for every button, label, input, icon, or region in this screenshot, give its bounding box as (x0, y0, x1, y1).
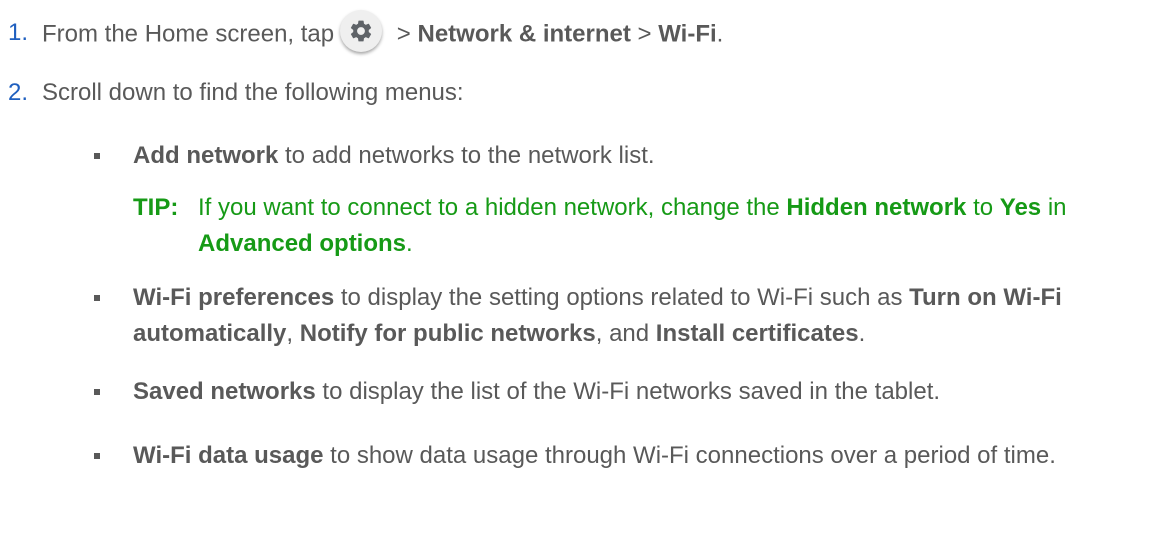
tip-text: If you want to connect to a hidden netwo… (198, 190, 1158, 262)
item-text: . (858, 320, 866, 347)
item-text: , and (595, 320, 656, 347)
list-item-saved-networks: Saved networks to display the list of th… (133, 374, 1163, 410)
bullet-icon (94, 389, 100, 395)
step-prefix: From the Home screen, tap (42, 20, 335, 48)
list-item-wifi-preferences: Wi-Fi preferences to display the setting… (133, 280, 1163, 352)
step-text: Scroll down to find the following menus: (42, 79, 464, 106)
item-text: to add networks to the network list. (278, 142, 655, 169)
step-number: 1. (8, 19, 29, 46)
network-internet-label: Network & internet (417, 20, 631, 48)
install-certificates-label: Install certificates (655, 320, 859, 347)
hidden-network-label: Hidden network (786, 194, 967, 221)
step-text: From the Home screen, tap > Network & in… (42, 10, 724, 52)
item-title: Saved networks (133, 378, 316, 405)
bullet-icon (94, 453, 100, 459)
settings-gear-icon (340, 10, 383, 52)
tip-text-part: to (966, 194, 1000, 221)
item-title: Wi-Fi preferences (133, 284, 335, 311)
tip-text-part: in (1041, 194, 1067, 221)
item-text: to show data usage through Wi-Fi connect… (323, 442, 1056, 469)
list-item-wifi-data-usage: Wi-Fi data usage to show data usage thro… (133, 438, 1163, 474)
item-title: Add network (133, 142, 279, 169)
bullet-icon (94, 295, 100, 301)
yes-label: Yes (999, 194, 1042, 221)
item-text: to display the list of the Wi-Fi network… (315, 378, 941, 405)
list-item-add-network: Add network to add networks to the netwo… (133, 138, 1163, 174)
notify-public-networks-label: Notify for public networks (299, 320, 596, 347)
period: . (716, 20, 724, 48)
step-number: 2. (8, 79, 29, 106)
tip-text-part: If you want to connect to a hidden netwo… (198, 194, 787, 221)
wifi-label: Wi-Fi (658, 20, 717, 48)
separator: > (630, 20, 659, 48)
tip-text-part: . (406, 230, 413, 257)
item-text: , (286, 320, 300, 347)
advanced-options-label: Advanced options (198, 230, 407, 257)
separator: > (390, 20, 418, 48)
help-document: 1. From the Home screen, tap > Network &… (0, 0, 1174, 558)
bullet-icon (94, 153, 100, 159)
tip-label: TIP: (133, 194, 179, 221)
item-text: to display the setting options related t… (334, 284, 910, 311)
item-title: Wi-Fi data usage (133, 442, 324, 469)
